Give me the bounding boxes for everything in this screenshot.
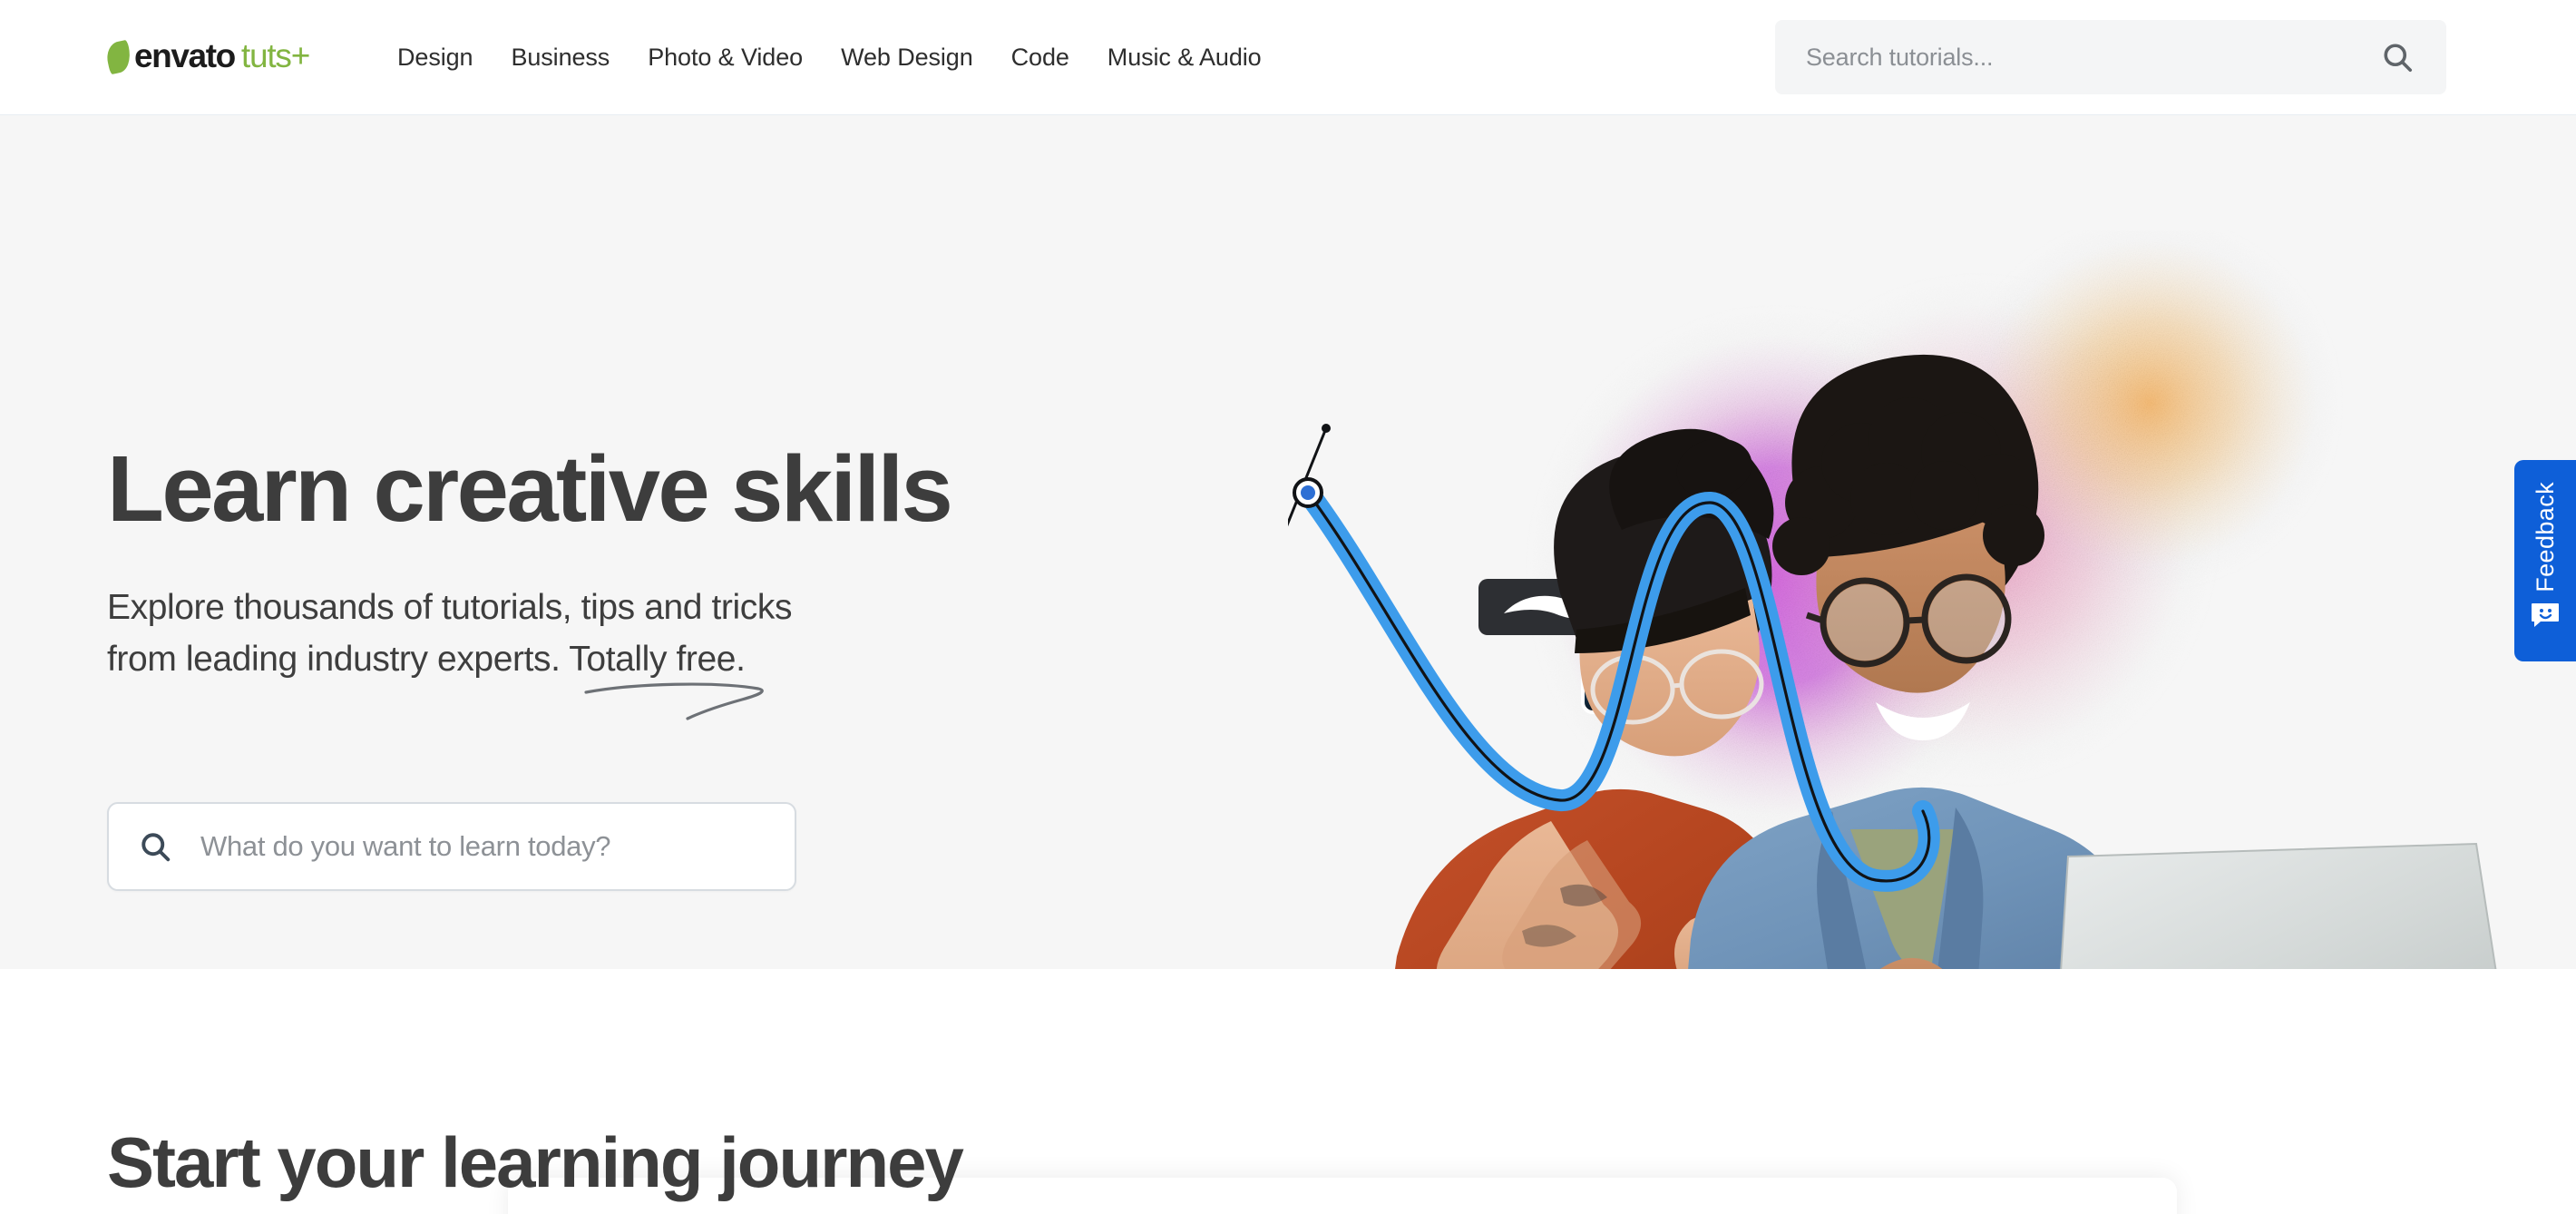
nav-item-code[interactable]: Code (992, 45, 1088, 70)
nav-item-design[interactable]: Design (397, 45, 492, 70)
hero-search-box[interactable]: What do you want to learn today? (107, 802, 796, 891)
smiley-chat-icon (2530, 602, 2561, 629)
color-gradient-swatch (1581, 621, 1673, 714)
hero-subtitle-line-1: Explore thousands of tutorials, tips and… (107, 588, 793, 627)
feedback-tab[interactable]: Feedback (2514, 460, 2576, 661)
laptop (2060, 842, 2497, 969)
hero-subtitle: Explore thousands of tutorials, tips and… (107, 583, 792, 686)
spray-gradient-backdrop (1524, 230, 2345, 847)
stylus-pen (1733, 850, 1857, 963)
site-header: envato tuts+ Design Business Photo & Vid… (0, 0, 2576, 115)
hero-section: 1 function hello(name) { 2 console.log(`… (0, 115, 2576, 969)
nav-item-music-audio[interactable]: Music & Audio (1088, 45, 1281, 70)
nav-item-business[interactable]: Business (492, 45, 629, 70)
hero-illustration-graphic: 1 function hello(name) { 2 console.log(`… (1288, 230, 2497, 969)
brush-stroke-swatch (1478, 579, 1619, 635)
site-logo[interactable]: envato tuts+ (103, 34, 310, 76)
hero-illustration: 1 function hello(name) { 2 console.log(`… (1288, 230, 2576, 969)
section-title-learning-journey: Start your learning journey (107, 1122, 964, 1202)
hero-subtitle-line-2: from leading industry experts. Totally f… (107, 639, 746, 679)
nav-item-photo-video[interactable]: Photo & Video (629, 45, 822, 70)
hero-search-placeholder: What do you want to learn today? (200, 830, 611, 862)
primary-navigation: Design Business Photo & Video Web Design… (397, 0, 1281, 115)
nav-item-web-design[interactable]: Web Design (822, 45, 992, 70)
learning-journey-section: Start your learning journey (0, 969, 2576, 1214)
eyedropper-tool (1625, 564, 1705, 650)
search-icon (139, 830, 171, 863)
person-coder (1688, 354, 2143, 969)
leaf-icon (103, 39, 134, 75)
logo-brand-text: envato (134, 36, 236, 74)
person-illustrator (1395, 428, 1857, 969)
header-search-placeholder: Search tutorials... (1806, 43, 1994, 71)
feedback-label: Feedback (2531, 482, 2559, 592)
hero-title: Learn creative skills (107, 436, 953, 541)
logo-product-text: tuts+ (240, 36, 310, 74)
header-search-box[interactable]: Search tutorials... (1775, 20, 2446, 94)
search-icon[interactable] (2381, 41, 2414, 73)
bezier-curve-path (1288, 424, 1940, 892)
